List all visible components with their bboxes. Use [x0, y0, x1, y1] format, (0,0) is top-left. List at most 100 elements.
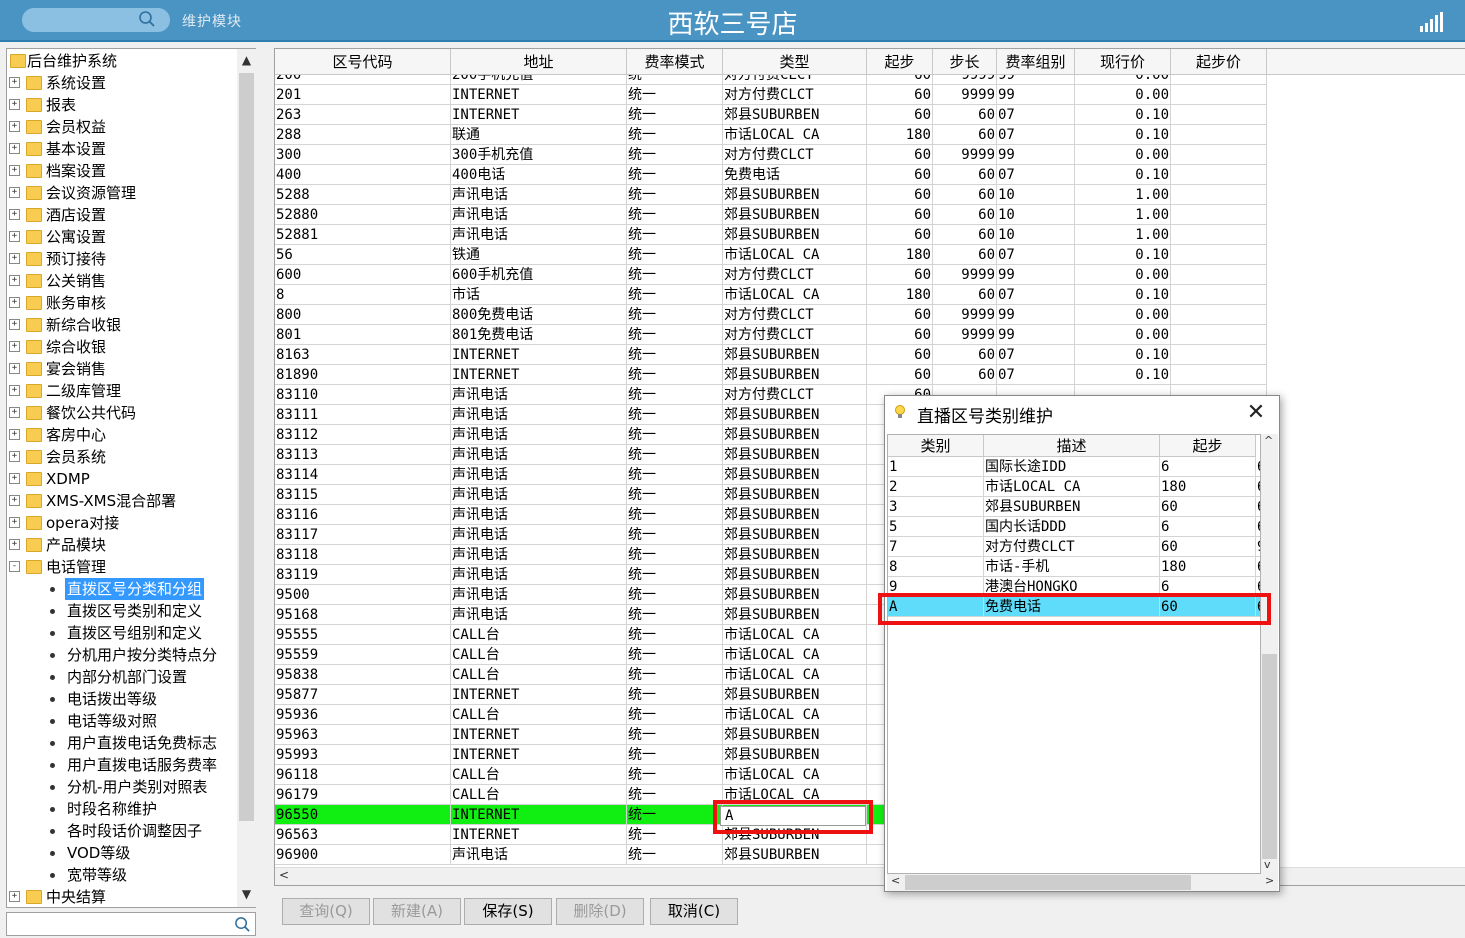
table-cell[interactable]: 60 [933, 125, 997, 145]
table-cell[interactable]: 0.10 [1075, 165, 1171, 185]
table-cell[interactable]: 60 [933, 205, 997, 225]
tree-folder[interactable]: + 公寓设置 [7, 226, 237, 248]
tree-search-input[interactable] [6, 912, 256, 936]
tree-folder[interactable]: + 档案设置 [7, 160, 237, 182]
table-cell[interactable]: 95555 [275, 625, 451, 645]
table-cell[interactable]: 5 [888, 517, 984, 537]
table-cell[interactable]: 0.10 [1075, 345, 1171, 365]
table-cell[interactable]: 0.10 [1075, 365, 1171, 385]
table-cell[interactable]: 声讯电话 [451, 585, 627, 605]
table-row[interactable]: 400 400电话 统一 免费电话 60 60 07 0.10 [275, 165, 1267, 185]
table-cell[interactable]: 95838 [275, 665, 451, 685]
table-cell[interactable]: 200 [275, 75, 451, 85]
table-cell[interactable]: 声讯电话 [451, 505, 627, 525]
table-cell[interactable]: 263 [275, 105, 451, 125]
expand-icon[interactable]: + [9, 495, 20, 506]
table-cell[interactable]: 0.00 [1075, 305, 1171, 325]
table-cell[interactable]: 统一 [627, 425, 723, 445]
table-cell[interactable]: 统一 [627, 645, 723, 665]
table-cell[interactable]: 60 [933, 185, 997, 205]
table-row[interactable]: 263 INTERNET 统一 郊县SUBURBEN 60 60 07 0.10 [275, 105, 1267, 125]
tree-root[interactable]: 后台维护系统 [7, 50, 237, 72]
tree-folder[interactable]: + 报表 [7, 94, 237, 116]
table-cell[interactable]: 市话LOCAL CA [723, 245, 867, 265]
table-row[interactable]: 200 200手机充值 统一 对方付费CLCT 60 9999 99 0.00 [275, 75, 1267, 85]
table-cell[interactable]: 统一 [627, 325, 723, 345]
table-cell[interactable]: 60 [867, 225, 933, 245]
table-cell[interactable]: 83111 [275, 405, 451, 425]
table-cell[interactable]: 7 [888, 537, 984, 557]
table-cell[interactable]: 0.00 [1075, 145, 1171, 165]
query-button[interactable]: 查询(Q) [282, 898, 370, 925]
table-cell[interactable]: 市话LOCAL CA [723, 125, 867, 145]
column-header[interactable]: 起步 [1160, 435, 1256, 457]
table-row[interactable]: 5288 声讯电话 统一 郊县SUBURBEN 60 60 10 1.00 [275, 185, 1267, 205]
table-cell[interactable]: 60 [933, 365, 997, 385]
table-cell[interactable]: 83118 [275, 545, 451, 565]
table-cell[interactable]: 声讯电话 [451, 185, 627, 205]
table-cell[interactable]: CALL台 [451, 665, 627, 685]
table-cell[interactable]: 83113 [275, 445, 451, 465]
category-row[interactable]: 1国际长途IDD66 [888, 457, 1260, 477]
table-cell[interactable]: INTERNET [451, 825, 627, 845]
table-cell[interactable]: 6 [1160, 457, 1256, 477]
table-cell[interactable]: 60 [867, 265, 933, 285]
table-cell[interactable]: 郊县SUBURBEN [723, 525, 867, 545]
table-row[interactable]: 600 600手机充值 统一 对方付费CLCT 60 9999 99 0.00 [275, 265, 1267, 285]
table-cell[interactable]: 统一 [627, 125, 723, 145]
table-cell[interactable]: 07 [997, 105, 1075, 125]
table-cell[interactable]: 1.00 [1075, 205, 1171, 225]
tree-folder[interactable]: + 新综合收银 [7, 314, 237, 336]
table-cell[interactable]: 60 [933, 165, 997, 185]
table-cell[interactable] [1171, 365, 1267, 385]
table-cell[interactable]: 07 [997, 245, 1075, 265]
table-cell[interactable]: 9999 [933, 305, 997, 325]
table-cell[interactable]: 声讯电话 [451, 465, 627, 485]
tree-folder[interactable]: + 会议资源管理 [7, 182, 237, 204]
table-cell[interactable]: 52880 [275, 205, 451, 225]
table-cell[interactable]: 市话-手机 [984, 557, 1160, 577]
table-cell[interactable]: 07 [997, 125, 1075, 145]
table-cell[interactable]: 180 [867, 285, 933, 305]
table-cell[interactable]: 郊县SUBURBEN [723, 185, 867, 205]
table-cell[interactable]: 9999 [933, 145, 997, 165]
table-cell[interactable]: 统一 [627, 625, 723, 645]
table-cell[interactable]: 统一 [627, 825, 723, 845]
table-cell[interactable]: 铁通 [451, 245, 627, 265]
table-cell[interactable]: 0.00 [1075, 265, 1171, 285]
table-cell[interactable]: 0.10 [1075, 245, 1171, 265]
table-cell[interactable]: 声讯电话 [451, 385, 627, 405]
cancel-button[interactable]: 取消(C) [650, 898, 738, 925]
table-cell[interactable]: 统一 [627, 805, 723, 825]
scroll-up-icon[interactable]: ^ [1264, 434, 1273, 447]
tree-folder[interactable]: + 预订接待 [7, 248, 237, 270]
table-cell[interactable] [1171, 345, 1267, 365]
table-cell[interactable]: 95877 [275, 685, 451, 705]
collapse-icon[interactable]: - [9, 561, 20, 572]
table-cell[interactable]: 声讯电话 [451, 525, 627, 545]
table-cell[interactable]: 6 [1160, 517, 1256, 537]
table-row[interactable]: 8163 INTERNET 统一 郊县SUBURBEN 60 60 07 0.10 [275, 345, 1267, 365]
table-cell[interactable] [1171, 325, 1267, 345]
table-cell[interactable]: 8 [275, 285, 451, 305]
table-cell[interactable]: 统一 [627, 785, 723, 805]
table-cell[interactable]: 郊县SUBURBEN [723, 365, 867, 385]
table-cell[interactable]: INTERNET [451, 685, 627, 705]
table-cell[interactable]: 60 [867, 325, 933, 345]
save-button[interactable]: 保存(S) [464, 898, 552, 925]
table-cell[interactable]: 郊县SUBURBEN [723, 585, 867, 605]
column-header[interactable]: 步长 [933, 49, 997, 75]
table-cell[interactable]: 对方付费CLCT [723, 265, 867, 285]
table-cell[interactable] [1171, 145, 1267, 165]
table-cell[interactable]: 统一 [627, 705, 723, 725]
tree-leaf[interactable]: 宽带等级 [7, 864, 237, 886]
table-cell[interactable]: 统一 [627, 565, 723, 585]
table-cell[interactable]: 统一 [627, 525, 723, 545]
table-cell[interactable]: 声讯电话 [451, 405, 627, 425]
tree-leaf[interactable]: 直拨区号组别和定义 [7, 622, 237, 644]
table-cell[interactable] [1171, 205, 1267, 225]
table-cell[interactable]: 统一 [627, 685, 723, 705]
table-cell[interactable]: 400 [275, 165, 451, 185]
table-cell[interactable]: 99 [997, 75, 1075, 85]
tree-folder[interactable]: + 产品模块 [7, 534, 237, 556]
